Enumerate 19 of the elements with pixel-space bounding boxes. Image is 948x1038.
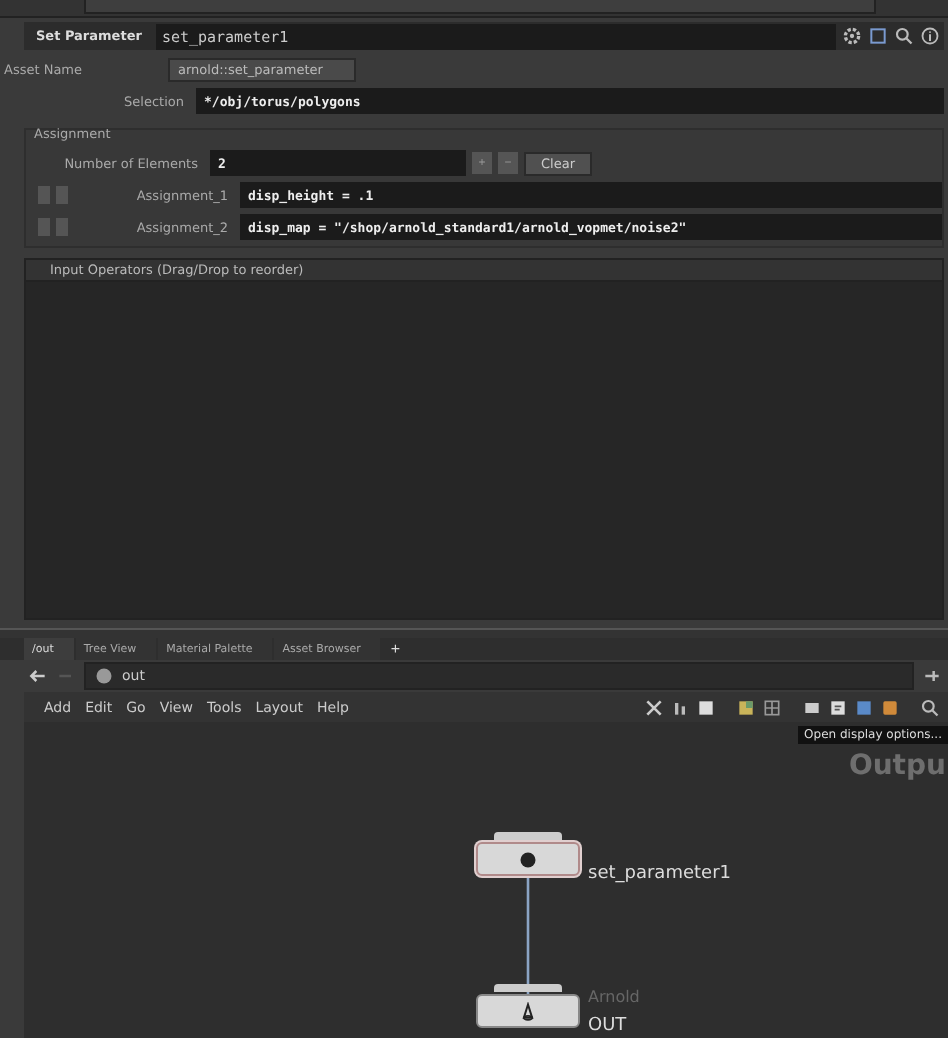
search-icon[interactable] [894, 26, 914, 46]
path-field[interactable] [84, 0, 876, 14]
connection-wire [524, 876, 532, 996]
globe-icon [94, 666, 114, 686]
node-name: OUT [588, 1016, 629, 1036]
gear-icon[interactable] [842, 26, 862, 46]
add-tab-button[interactable]: + [382, 638, 409, 660]
node-name: set_parameter1 [588, 864, 731, 884]
info-icon[interactable] [920, 26, 940, 46]
search-icon[interactable] [920, 697, 940, 717]
cone-icon [518, 1001, 538, 1021]
back-arrow-icon[interactable] [28, 666, 48, 686]
sticky-note-icon[interactable] [828, 697, 848, 717]
grid-color-icon[interactable] [736, 697, 756, 717]
context-label: Outpu [848, 750, 946, 782]
node-type-label: Arnold [588, 988, 640, 1006]
grid-icon[interactable] [762, 697, 782, 717]
layout-icon[interactable] [670, 697, 690, 717]
dial-icon [518, 849, 538, 869]
